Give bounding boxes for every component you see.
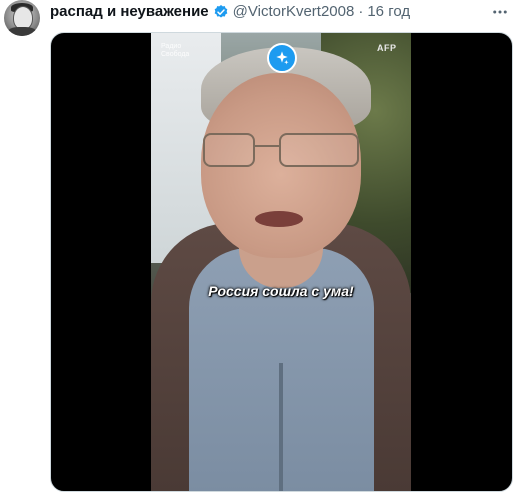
author-handle[interactable]: @VictorKvert2008 [233,2,355,22]
video-frame[interactable]: Радио Свобода Россия сошла с ума! [151,33,411,491]
watermark-line-1: Радио [161,43,182,50]
verified-badge-icon [213,4,229,20]
video-person-zipper [279,363,283,491]
separator-dot: · [358,3,364,20]
tweet-header: распад и неуважение @VictorKvert2008 · 1… [50,2,410,22]
more-options-icon[interactable] [488,2,512,22]
author-avatar[interactable] [4,0,40,36]
sparkle-icon[interactable] [267,43,297,73]
avatar-body [7,27,37,36]
video-person-mouth [255,211,303,227]
watermark-line-2: Свобода [161,51,190,58]
afp-watermark: AFP [377,43,397,53]
display-name[interactable]: распад и неуважение [50,2,209,22]
tweet-media-video[interactable]: Радио Свобода Россия сошла с ума! AFP [50,32,513,492]
radio-svoboda-watermark: Радио Свобода [161,43,189,59]
video-person-glasses-right [279,133,359,167]
video-caption: Россия сошла с ума! [208,283,354,299]
video-person-glasses-bridge [255,145,279,147]
video-person-glasses-left [203,133,255,167]
tweet-timestamp[interactable]: 16 год [367,2,410,22]
